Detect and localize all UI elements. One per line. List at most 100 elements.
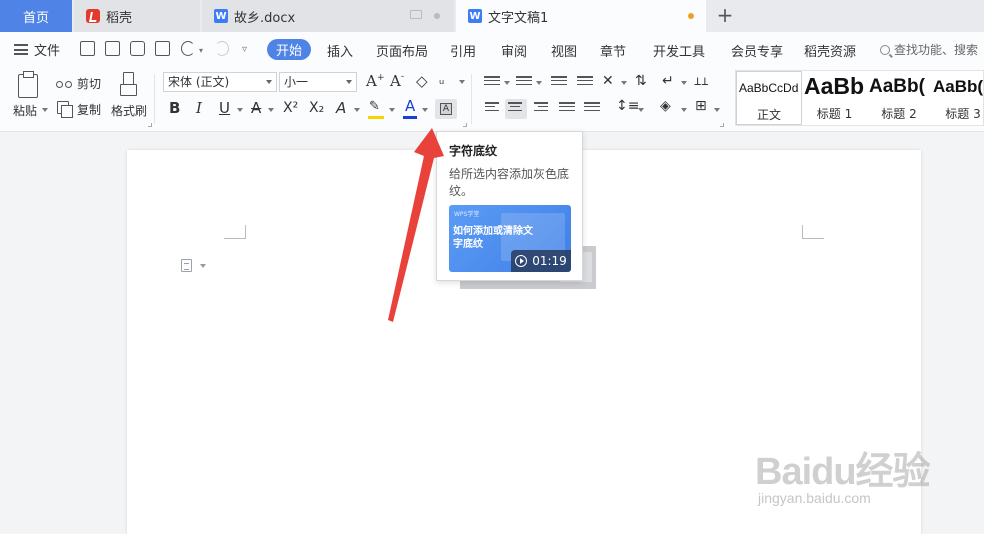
shrink-font-button[interactable]: A — [390, 73, 401, 89]
redo-icon[interactable] — [215, 41, 229, 56]
search-function-box[interactable]: 查找功能、搜索 — [880, 41, 978, 58]
menu-tab-home[interactable]: 开始 — [267, 39, 311, 60]
clear-format-eraser-icon[interactable]: ◇ — [416, 73, 428, 89]
highlight-dropdown-icon[interactable] — [389, 108, 395, 112]
copy-icon[interactable] — [57, 101, 73, 118]
menu-tab-developer[interactable]: 开发工具 — [653, 41, 705, 60]
paste-icon[interactable] — [18, 71, 38, 98]
style-heading-1[interactable]: AaBb 标题 1 — [802, 71, 867, 125]
numbering-dropdown-icon[interactable] — [536, 81, 542, 85]
daoke-logo-icon — [86, 9, 100, 23]
export-pdf-icon[interactable] — [105, 41, 120, 56]
hamburger-icon — [14, 44, 28, 55]
format-painter-button[interactable]: 格式刷 — [111, 102, 147, 119]
monitor-icon[interactable] — [410, 10, 422, 19]
tab-daoke[interactable]: 稻壳 — [74, 0, 200, 32]
increase-indent-icon[interactable] — [577, 76, 593, 89]
unsaved-dot-icon[interactable] — [688, 13, 694, 19]
font-color-button[interactable]: A — [405, 98, 415, 114]
paragraph-group-launcher-icon[interactable] — [720, 123, 724, 127]
italic-button[interactable]: I — [196, 100, 202, 116]
style-heading-2[interactable]: AaBb( 标题 2 — [867, 71, 931, 125]
paragraph-layout-dropdown-icon[interactable] — [200, 264, 206, 268]
save-icon[interactable] — [80, 41, 95, 56]
customize-toolbar-icon[interactable]: ▿ — [242, 44, 247, 55]
distributed-align-icon[interactable] — [584, 102, 600, 115]
shading-dropdown-icon[interactable] — [681, 108, 687, 112]
chinese-layout-icon[interactable]: ✕ — [602, 73, 614, 89]
borders-dropdown-icon[interactable] — [714, 108, 720, 112]
style-name: 标题 1 — [816, 107, 853, 121]
style-sample: AaBb — [804, 73, 865, 99]
text-effect-dropdown-icon[interactable] — [354, 108, 360, 112]
decrease-indent-icon[interactable] — [551, 76, 567, 89]
menu-tab-member[interactable]: 会员专享 — [731, 41, 783, 60]
undo-icon[interactable] — [181, 41, 195, 56]
font-size-select[interactable]: 小一 — [279, 72, 357, 92]
tab-home[interactable]: 首页 — [0, 0, 72, 32]
character-shading-button[interactable]: A — [435, 99, 457, 119]
tab-close-dot-icon[interactable] — [434, 13, 440, 19]
subscript-button[interactable]: X₂ — [309, 100, 324, 116]
tab-bar: 首页 稻壳 W 故乡.docx W 文字文稿1 + — [0, 0, 984, 32]
strikethrough-button[interactable]: A — [251, 100, 261, 116]
menu-tab-view[interactable]: 视图 — [551, 41, 577, 60]
file-menu[interactable]: 文件 — [14, 40, 60, 59]
font-name-select[interactable]: 宋体 (正文) — [163, 72, 277, 92]
show-hide-marks-icon[interactable]: ↵ — [662, 73, 674, 89]
tab-stops-icon[interactable]: ⊥⊥ — [694, 73, 708, 89]
line-spacing-icon[interactable]: ↕≡ — [616, 98, 639, 114]
video-play-button[interactable]: 01:19 — [511, 250, 571, 272]
new-tab-button[interactable]: + — [714, 4, 736, 26]
scissors-icon[interactable] — [56, 74, 72, 88]
phonetic-dropdown-icon[interactable] — [459, 80, 465, 84]
superscript-button[interactable]: X² — [283, 100, 298, 116]
menu-tab-insert[interactable]: 插入 — [327, 41, 353, 60]
text-effect-button[interactable]: A — [336, 100, 346, 116]
paragraph-shading-icon[interactable]: ◈ — [660, 98, 671, 114]
justify-icon[interactable] — [559, 102, 575, 115]
underline-button[interactable]: U — [219, 100, 230, 116]
menu-tab-daoke-resources[interactable]: 稻壳资源 — [804, 41, 856, 60]
menu-bar: 文件 ▾ ▿ 开始 插入 页面布局 引用 审阅 视图 章节 开发工具 会员专享 … — [0, 32, 984, 66]
menu-tab-page-layout[interactable]: 页面布局 — [376, 41, 428, 60]
sort-icon[interactable]: ⇅ — [635, 73, 647, 89]
tutorial-video-thumbnail[interactable]: WPS学堂 如何添加或清除文字底纹 01:19 — [449, 205, 571, 272]
undo-dropdown-icon[interactable]: ▾ — [199, 46, 203, 55]
borders-icon[interactable]: ⊞ — [695, 98, 707, 114]
highlight-pen-icon[interactable]: ✎ — [369, 99, 380, 115]
paste-dropdown-icon[interactable] — [42, 108, 48, 112]
bullet-list-icon[interactable] — [484, 76, 500, 89]
paste-button[interactable]: 粘贴 — [13, 102, 37, 119]
chevron-down-icon — [346, 80, 352, 84]
tab-document-active[interactable]: W 文字文稿1 — [456, 0, 706, 32]
tooltip-description: 给所选内容添加灰色底纹。 — [449, 167, 570, 198]
align-right-icon[interactable] — [534, 102, 550, 115]
clipboard-group-launcher-icon[interactable] — [148, 123, 152, 127]
font-color-dropdown-icon[interactable] — [422, 108, 428, 112]
format-painter-icon[interactable] — [120, 72, 137, 96]
bullet-dropdown-icon[interactable] — [504, 81, 510, 85]
numbered-list-icon[interactable] — [516, 76, 532, 89]
bold-button[interactable]: B — [169, 100, 180, 116]
chinese-layout-dropdown-icon[interactable] — [621, 81, 627, 85]
phonetic-guide-icon[interactable]: ᵤ — [439, 73, 444, 89]
underline-dropdown-icon[interactable] — [237, 108, 243, 112]
style-normal[interactable]: AaBbCcDd 正文 — [736, 71, 802, 125]
copy-button[interactable]: 复制 — [77, 101, 101, 118]
paragraph-layout-icon[interactable] — [181, 259, 192, 272]
menu-tab-references[interactable]: 引用 — [450, 41, 476, 60]
grow-font-button[interactable]: A — [366, 73, 377, 89]
font-group-launcher-icon[interactable] — [463, 123, 467, 127]
align-left-icon[interactable] — [485, 102, 501, 115]
print-icon[interactable] — [130, 41, 145, 56]
menu-tab-chapter[interactable]: 章节 — [600, 41, 626, 60]
line-spacing-dropdown-icon[interactable] — [638, 108, 644, 112]
cut-button[interactable]: 剪切 — [77, 75, 101, 92]
menu-tab-review[interactable]: 审阅 — [501, 41, 527, 60]
style-heading-3[interactable]: AaBb( 标题 3 — [931, 71, 983, 125]
marks-dropdown-icon[interactable] — [681, 81, 687, 85]
page-margin-corner-right — [802, 225, 824, 239]
print-preview-icon[interactable] — [155, 41, 170, 56]
strikethrough-dropdown-icon[interactable] — [268, 108, 274, 112]
